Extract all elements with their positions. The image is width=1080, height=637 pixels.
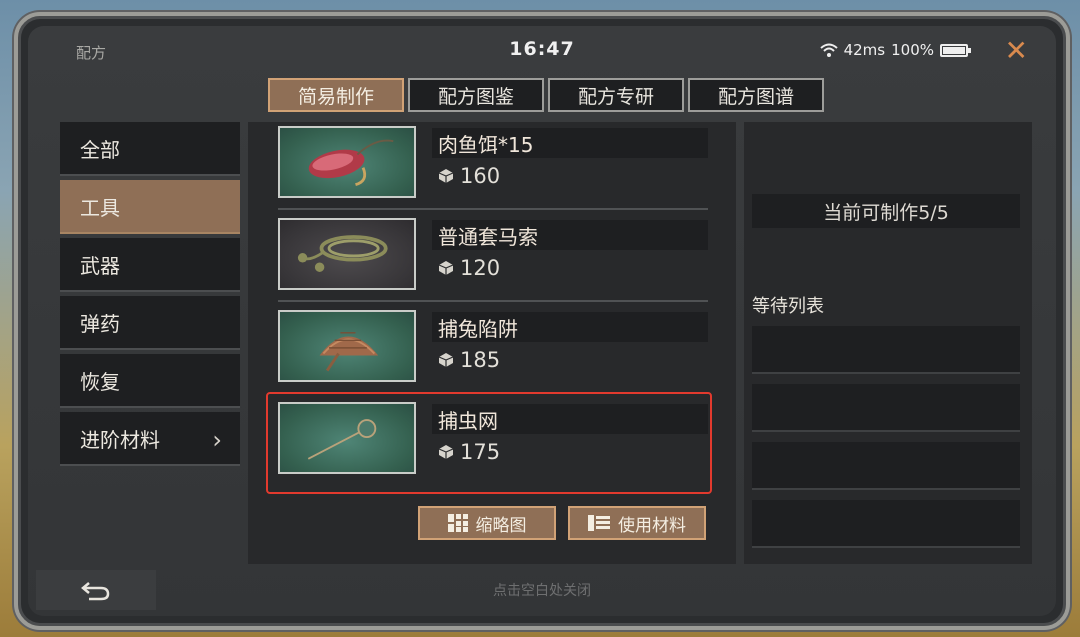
- sidebar-item-tools[interactable]: 工具: [60, 180, 240, 234]
- divider: [278, 208, 708, 210]
- lasso-icon: [278, 218, 416, 290]
- use-material-label: 使用材料: [618, 515, 686, 536]
- thumbnail-label: 缩略图: [475, 515, 527, 536]
- ping-text: 42ms: [843, 41, 886, 59]
- recipe-item-meat-bait[interactable]: 肉鱼饵*15 160: [278, 126, 708, 206]
- can-make-count: 当前可制作5/5: [752, 194, 1020, 228]
- device-frame: 配方 16:47 42ms 100% ✕ 简易制作 配方图鉴 配方专研 配方图谱…: [14, 12, 1070, 630]
- cube-icon: [438, 169, 454, 183]
- sidebar-item-ammo[interactable]: 弹药: [60, 296, 240, 350]
- tab-simple-craft[interactable]: 简易制作: [268, 78, 404, 112]
- battery-text: 100%: [891, 41, 934, 59]
- recipe-name: 普通套马索: [432, 220, 708, 250]
- recipe-cost: 120: [438, 256, 500, 280]
- close-icon[interactable]: ✕: [1005, 34, 1028, 67]
- queue-slot: [752, 384, 1020, 432]
- sidebar-item-recovery[interactable]: 恢复: [60, 354, 240, 408]
- queue-slot: [752, 326, 1020, 374]
- recipe-cost-value: 120: [460, 256, 501, 280]
- sidebar-item-label: 进阶材料: [80, 427, 160, 452]
- tap-to-close-hint: 点击空白处关闭: [493, 583, 591, 599]
- sidebar-item-advanced-materials[interactable]: 进阶材料 ›: [60, 412, 240, 466]
- crafting-queue-panel: 当前可制作5/5 等待列表: [744, 122, 1032, 564]
- list-icon: [588, 515, 610, 531]
- cube-icon: [438, 261, 454, 275]
- waiting-list-title: 等待列表: [752, 296, 824, 317]
- tab-bar: 简易制作 配方图鉴 配方专研 配方图谱: [268, 78, 824, 112]
- recipe-cost-value: 160: [460, 164, 501, 188]
- recipe-list: 肉鱼饵*15 160 普通套马索 120 捕兔陷阱 185 捕虫网 175 缩略…: [248, 122, 736, 564]
- battery-icon: [940, 43, 971, 57]
- grid-icon: [447, 514, 468, 532]
- screen: 配方 16:47 42ms 100% ✕ 简易制作 配方图鉴 配方专研 配方图谱…: [28, 26, 1056, 616]
- rabbit-trap-icon: [278, 310, 416, 382]
- category-sidebar: 全部 工具 武器 弹药 恢复 进阶材料 ›: [60, 122, 240, 470]
- recipe-cost: 160: [438, 164, 500, 188]
- wifi-icon: [819, 43, 838, 57]
- sidebar-item-weapons[interactable]: 武器: [60, 238, 240, 292]
- recipe-item-rabbit-trap[interactable]: 捕兔陷阱 185: [278, 310, 708, 390]
- divider: [278, 300, 708, 302]
- selection-highlight: [266, 392, 712, 494]
- recipe-name: 捕兔陷阱: [432, 312, 708, 342]
- recipe-name: 肉鱼饵*15: [432, 128, 708, 158]
- use-material-button[interactable]: 使用材料: [568, 506, 706, 540]
- thumbnail-button[interactable]: 缩略图: [418, 506, 556, 540]
- tab-recipe-codex[interactable]: 配方图鉴: [408, 78, 544, 112]
- tab-recipe-research[interactable]: 配方专研: [548, 78, 684, 112]
- cube-icon: [438, 353, 454, 367]
- sidebar-item-all[interactable]: 全部: [60, 122, 240, 176]
- recipe-item-lasso[interactable]: 普通套马索 120: [278, 218, 708, 298]
- recipe-cost: 185: [438, 348, 500, 372]
- status-indicators: 42ms 100%: [819, 41, 971, 59]
- chevron-right-icon: ›: [212, 426, 222, 454]
- meat-bait-icon: [278, 126, 416, 198]
- recipe-cost-value: 185: [460, 348, 501, 372]
- queue-slot: [752, 442, 1020, 490]
- tab-recipe-chart[interactable]: 配方图谱: [688, 78, 824, 112]
- queue-slot: [752, 500, 1020, 548]
